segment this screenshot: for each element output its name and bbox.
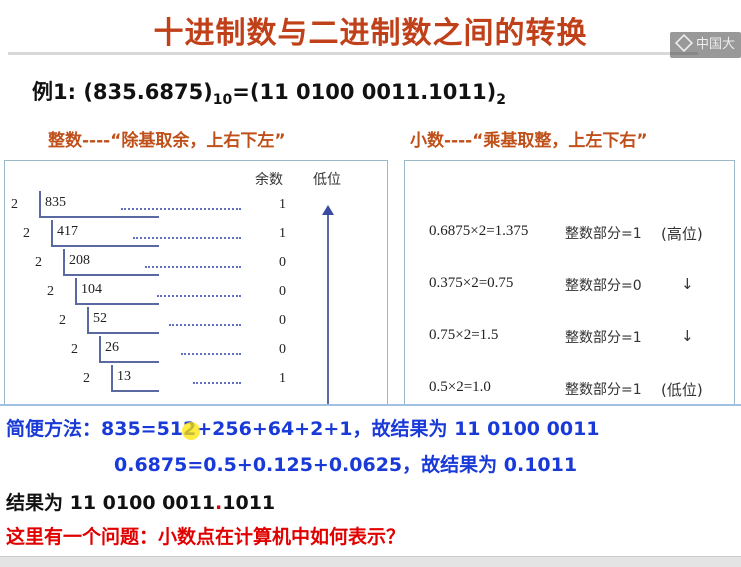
page-title: 十进制数与二进制数之间的转换 <box>153 16 588 51</box>
dividend: 13 <box>117 369 131 384</box>
question-line: 这里有一个问题：小数点在计算机中如何表示？ <box>6 526 406 548</box>
remainder-value: 1 <box>279 226 286 241</box>
example-equation: 例1: (835.6875)10=(11 0100 0011.1011)2 <box>32 76 506 108</box>
pointer-highlight <box>182 422 200 440</box>
remainder-value: 0 <box>279 313 286 328</box>
integer-method-title: 整数----“除基取余，上右下左” <box>48 131 286 151</box>
dividend: 208 <box>69 253 90 268</box>
integer-part: 整数部分=1 <box>565 226 642 242</box>
dotted-leader <box>133 237 241 239</box>
dotted-leader <box>193 382 241 384</box>
remainder-value: 1 <box>279 371 286 386</box>
ladder-vertical <box>99 336 101 362</box>
logo-icon <box>674 33 694 53</box>
divisor: 2 <box>59 313 66 328</box>
example-middle: =(11 0100 0011.1011) <box>232 80 497 104</box>
shortcut-line-1: 简便方法：835=512+256+64+2+1，故结果为 11 0100 001… <box>6 418 600 440</box>
logo-text: 中国大 <box>696 37 736 52</box>
ladder-vertical <box>39 191 41 217</box>
ladder-horizontal <box>39 216 159 218</box>
integer-part: 整数部分=1 <box>565 382 642 398</box>
remainder-value: 0 <box>279 342 286 357</box>
result-fraction: 1011 <box>222 492 276 514</box>
integer-part: 整数部分=1 <box>565 330 642 346</box>
dividend: 835 <box>45 195 66 210</box>
dotted-leader <box>121 208 241 210</box>
fraction-multiplication-panel: 0.6875×2=1.375 整数部分=1 (高位) 0.375×2=0.75 整数部分… <box>404 160 735 412</box>
ladder-horizontal <box>99 361 159 363</box>
example-base-from: 10 <box>212 92 233 109</box>
divisor: 2 <box>83 371 90 386</box>
divisor: 2 <box>47 284 54 299</box>
ladder-horizontal <box>87 332 159 334</box>
dividend: 104 <box>81 282 102 297</box>
remainder-value: 0 <box>279 255 286 270</box>
ladder-horizontal <box>63 274 159 276</box>
ladder-vertical <box>87 307 89 333</box>
up-arrow-icon <box>322 205 334 215</box>
dotted-leader <box>157 295 241 297</box>
title-underline <box>8 52 698 55</box>
ladder-horizontal <box>111 390 159 392</box>
product-expression: 0.375×2=0.75 <box>429 275 514 291</box>
shortcut-line-2: 0.6875=0.5+0.125+0.0625，故结果为 0.1011 <box>114 454 578 476</box>
down-arrow-icon: ↓ <box>681 327 694 345</box>
bottom-bar <box>0 556 741 567</box>
integer-division-panel: 余数 低位 2 835 1 2 417 1 2 208 0 2 104 0 2 52 0 2 26 0 2 13 1 <box>4 160 388 412</box>
watermark-logo: 中国大 <box>670 32 741 58</box>
result-integer: 结果为 11 0100 0011 <box>6 492 216 514</box>
ladder-vertical <box>75 278 77 304</box>
divisor: 2 <box>35 255 42 270</box>
dividend: 417 <box>57 224 78 239</box>
ladder-vertical <box>63 249 65 275</box>
example-base-to: 2 <box>496 92 506 109</box>
bit-order-note: (低位) <box>661 381 703 399</box>
divisor: 2 <box>11 197 18 212</box>
ladder-vertical <box>51 220 53 246</box>
divisor: 2 <box>23 226 30 241</box>
bit-order-note: (高位) <box>661 225 703 243</box>
remainder-header: 余数 <box>255 172 283 188</box>
remainder-value: 1 <box>279 197 286 212</box>
low-bit-header: 低位 <box>313 172 341 188</box>
ladder-horizontal <box>51 245 159 247</box>
product-expression: 0.6875×2=1.375 <box>429 223 529 239</box>
down-arrow-icon: ↓ <box>681 275 694 293</box>
fraction-method-title: 小数----“乘基取整，上左下右” <box>410 131 648 151</box>
dividend: 52 <box>93 311 107 326</box>
example-prefix: 例1: (835.6875) <box>32 80 213 104</box>
remainder-value: 0 <box>279 284 286 299</box>
integer-part: 整数部分=0 <box>565 278 642 294</box>
product-expression: 0.5×2=1.0 <box>429 379 491 395</box>
divisor: 2 <box>71 342 78 357</box>
dotted-leader <box>181 353 241 355</box>
ladder-horizontal <box>75 303 159 305</box>
dividend: 26 <box>105 340 119 355</box>
summary-panel: 简便方法：835=512+256+64+2+1，故结果为 11 0100 001… <box>0 404 741 557</box>
product-expression: 0.75×2=1.5 <box>429 327 499 343</box>
dotted-leader <box>145 266 241 268</box>
low-to-high-arrow-shaft <box>327 213 329 411</box>
result-line: 结果为 11 0100 0011.1011 <box>6 488 275 515</box>
ladder-vertical <box>111 365 113 391</box>
dotted-leader <box>169 324 241 326</box>
